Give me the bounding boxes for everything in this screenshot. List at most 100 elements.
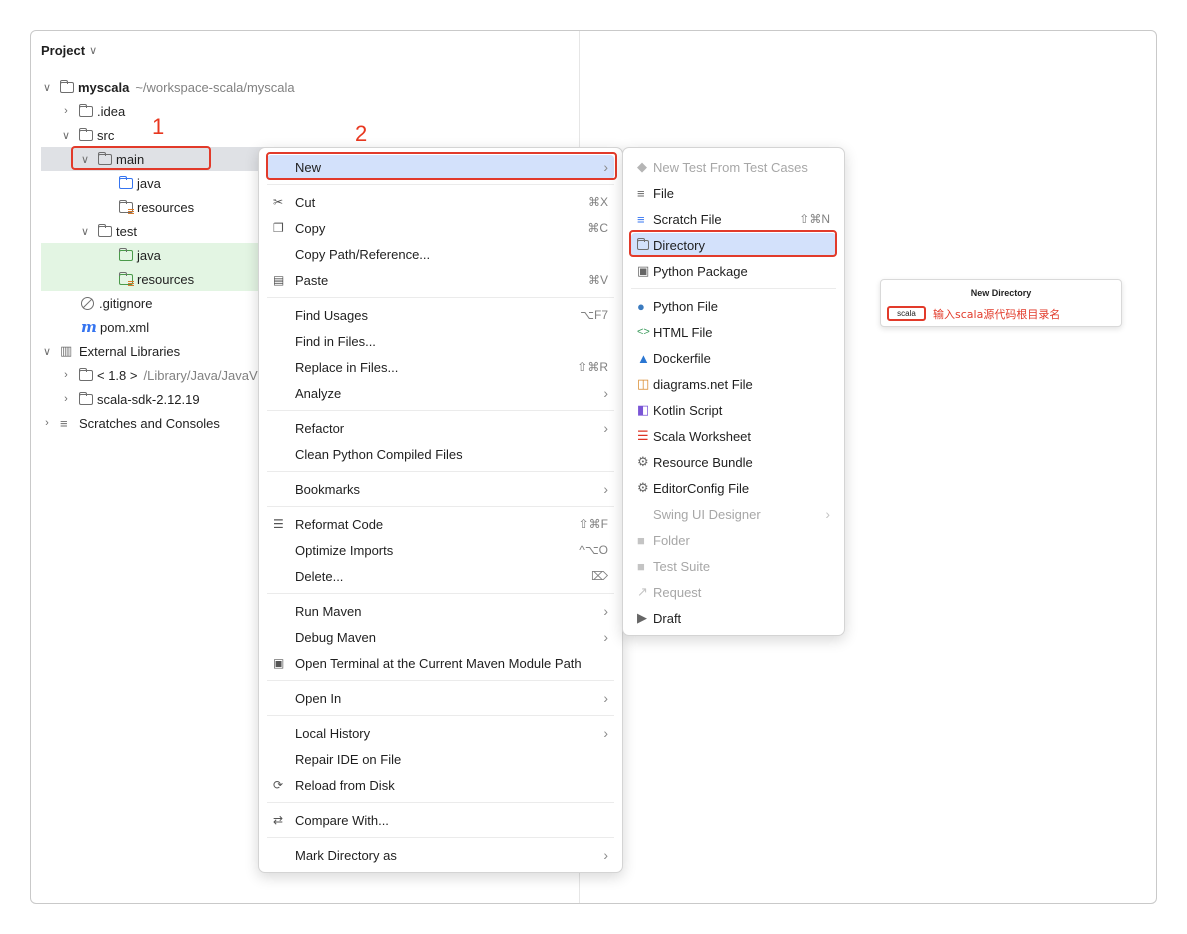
chevron-down-icon[interactable]: ∨: [60, 129, 72, 142]
submenu-item-swing-ui[interactable]: Swing UI Designer ›: [631, 502, 836, 526]
project-pane-header[interactable]: Project ∨: [41, 43, 97, 58]
submenu-item-editorconfig[interactable]: ⚙ EditorConfig File: [631, 476, 836, 500]
module-folder-icon: [60, 79, 74, 93]
menu-item-cut[interactable]: ✂ Cut ⌘X: [267, 190, 614, 214]
tree-item-src[interactable]: ∨ src: [41, 123, 571, 147]
menu-item-copy-path[interactable]: Copy Path/Reference...: [267, 242, 614, 266]
menu-item-bookmarks[interactable]: Bookmarks ›: [267, 477, 614, 501]
menu-item-open-in[interactable]: Open In ›: [267, 686, 614, 710]
shortcut: ⌥F7: [580, 308, 608, 322]
menu-item-debug-maven[interactable]: Debug Maven ›: [267, 625, 614, 649]
chevron-down-icon[interactable]: ∨: [79, 225, 91, 238]
menu-item-reload-disk[interactable]: ⟳ Reload from Disk: [267, 773, 614, 797]
chevron-right-icon[interactable]: ›: [60, 105, 72, 117]
tree-item-myscala[interactable]: ∨ myscala ~/workspace-scala/myscala: [41, 75, 571, 99]
submenu-item-python-file[interactable]: ● Python File: [631, 294, 836, 318]
menu-item-find-usages[interactable]: Find Usages ⌥F7: [267, 303, 614, 327]
tree-path: ~/workspace-scala/myscala: [135, 79, 295, 95]
submenu-item-draft[interactable]: ▶ Draft: [631, 606, 836, 630]
submenu-item-directory[interactable]: Directory: [631, 233, 836, 257]
tree-label: src: [97, 127, 115, 143]
menu-label: Delete...: [295, 568, 344, 584]
ignore-file-icon: [81, 296, 94, 310]
menu-label: Bookmarks: [295, 481, 361, 497]
menu-item-open-terminal[interactable]: ▣ Open Terminal at the Current Maven Mod…: [267, 651, 614, 675]
submenu-item-request[interactable]: ↗ Request: [631, 580, 836, 604]
menu-item-copy[interactable]: ❐ Copy ⌘C: [267, 216, 614, 240]
submenu-item-new-test[interactable]: ◆ New Test From Test Cases: [631, 155, 836, 179]
submenu-item-dockerfile[interactable]: ▲ Dockerfile: [631, 346, 836, 370]
tree-label: test: [116, 223, 137, 239]
menu-item-local-history[interactable]: Local History ›: [267, 721, 614, 745]
chevron-right-icon[interactable]: ›: [60, 369, 72, 381]
submenu-item-python-package[interactable]: ▣ Python Package: [631, 259, 836, 283]
menu-item-compare-with[interactable]: ⇄ Compare With...: [267, 808, 614, 832]
menu-item-paste[interactable]: ▤ Paste ⌘V: [267, 268, 614, 292]
library-icon: ▥: [60, 343, 73, 358]
menu-label: Copy: [295, 220, 326, 236]
diagram-icon: ◫: [637, 376, 650, 391]
menu-item-analyze[interactable]: Analyze ›: [267, 381, 614, 405]
tree-label: External Libraries: [79, 343, 181, 359]
submenu-item-resource-bundle[interactable]: ⚙ Resource Bundle: [631, 450, 836, 474]
menu-item-clean-python[interactable]: Clean Python Compiled Files: [267, 442, 614, 466]
menu-separator: [267, 184, 614, 185]
folder-icon: [637, 237, 649, 250]
submenu-item-test-suite[interactable]: ■ Test Suite: [631, 554, 836, 578]
sdk-folder-icon: [79, 391, 93, 405]
chevron-right-icon[interactable]: ›: [41, 417, 53, 429]
new-directory-dialog: New Directory scala 输入scala源代码根目录名: [880, 279, 1122, 327]
menu-item-repair-ide[interactable]: Repair IDE on File: [267, 747, 614, 771]
docker-icon: ▲: [637, 350, 650, 366]
test-resources-folder-icon: [119, 271, 134, 286]
menu-label: Dockerfile: [653, 350, 711, 366]
menu-item-new[interactable]: New ›: [267, 155, 614, 179]
folder-icon: ■: [637, 532, 645, 548]
tree-label: .gitignore: [99, 295, 153, 311]
menu-separator: [267, 506, 614, 507]
menu-separator: [267, 471, 614, 472]
menu-label: diagrams.net File: [653, 376, 753, 392]
scissors-icon: ✂: [273, 195, 284, 209]
submenu-item-scala-worksheet[interactable]: ☰ Scala Worksheet: [631, 424, 836, 448]
menu-item-replace-in-files[interactable]: Replace in Files... ⇧⌘R: [267, 355, 614, 379]
chevron-down-icon[interactable]: ∨: [41, 345, 53, 358]
menu-separator: [631, 288, 836, 289]
submenu-item-scratch-file[interactable]: ≡ Scratch File ⇧⌘N: [631, 207, 836, 231]
menu-label: Request: [653, 584, 702, 600]
tree-item-idea[interactable]: › .idea: [41, 99, 571, 123]
menu-item-run-maven[interactable]: Run Maven ›: [267, 599, 614, 623]
draft-icon: ▶: [637, 610, 647, 625]
menu-item-mark-directory[interactable]: Mark Directory as ›: [267, 843, 614, 867]
submenu-item-file[interactable]: ≡ File: [631, 181, 836, 205]
shortcut: ⌘C: [587, 221, 608, 235]
menu-item-delete[interactable]: Delete... ⌦: [267, 564, 614, 588]
submenu-item-kotlin-script[interactable]: ◧ Kotlin Script: [631, 398, 836, 422]
clipboard-icon: ▤: [273, 273, 285, 287]
menu-separator: [267, 680, 614, 681]
menu-label: Replace in Files...: [295, 359, 399, 375]
menu-label: Folder: [653, 532, 690, 548]
tree-label: resources: [137, 199, 195, 215]
menu-separator: [267, 593, 614, 594]
chevron-down-icon[interactable]: ∨: [79, 153, 91, 166]
shortcut: ⌘X: [587, 195, 608, 209]
menu-item-reformat-code[interactable]: ☰ Reformat Code ⇧⌘F: [267, 512, 614, 536]
submenu-item-diagrams[interactable]: ◫ diagrams.net File: [631, 372, 836, 396]
menu-label: Swing UI Designer: [653, 506, 761, 522]
tree-label: pom.xml: [100, 319, 150, 335]
chevron-down-icon[interactable]: ∨: [41, 81, 53, 94]
chevron-right-icon[interactable]: ›: [60, 393, 72, 405]
menu-item-optimize-imports[interactable]: Optimize Imports ^⌥O: [267, 538, 614, 562]
submenu-arrow-icon: ›: [603, 847, 608, 863]
submenu-arrow-icon: ›: [603, 629, 608, 645]
submenu-item-folder[interactable]: ■ Folder: [631, 528, 836, 552]
shortcut: ⇧⌘F: [578, 517, 608, 531]
menu-item-find-in-files[interactable]: Find in Files...: [267, 329, 614, 353]
annotation-1: 1: [152, 114, 165, 139]
menu-item-refactor[interactable]: Refactor ›: [267, 416, 614, 440]
submenu-item-html-file[interactable]: <> HTML File: [631, 320, 836, 344]
directory-name-input[interactable]: scala: [887, 306, 926, 321]
source-folder-icon: [119, 175, 133, 189]
menu-label: HTML File: [653, 324, 713, 340]
